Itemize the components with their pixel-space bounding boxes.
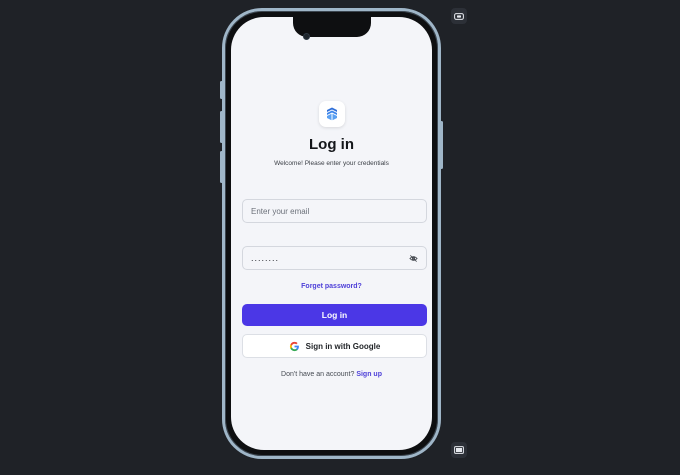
login-screen: Log in Welcome! Please enter your creden… [231,17,432,450]
login-button[interactable]: Log in [242,304,427,326]
forgot-password-link[interactable]: Forget password? [231,283,432,290]
mute-switch [220,81,223,99]
stage: Log in Welcome! Please enter your creden… [0,0,680,475]
volume-up-button [220,111,223,143]
eye-off-icon[interactable] [408,253,418,263]
signup-row: Don't have an account? Sign up [231,371,432,378]
power-button [440,121,443,169]
google-icon [289,341,300,352]
password-field[interactable] [242,246,427,270]
google-signin-button[interactable]: Sign in with Google [242,334,427,358]
password-input[interactable] [251,253,408,263]
email-input[interactable] [251,206,418,216]
phone-frame: Log in Welcome! Please enter your creden… [220,8,443,459]
signup-link[interactable]: Sign up [356,371,382,378]
google-button-label: Sign in with Google [305,341,381,351]
email-field[interactable] [242,199,427,223]
volume-down-button [220,151,223,183]
page-title: Log in [309,136,354,153]
phone-screen: Log in Welcome! Please enter your creden… [231,17,432,450]
page-subtitle: Welcome! Please enter your credentials [274,160,389,167]
device-frame-icon[interactable] [451,442,467,458]
signup-prompt: Don't have an account? [281,371,355,378]
rotate-device-icon[interactable] [451,8,467,24]
brand-logo-icon [318,101,345,127]
